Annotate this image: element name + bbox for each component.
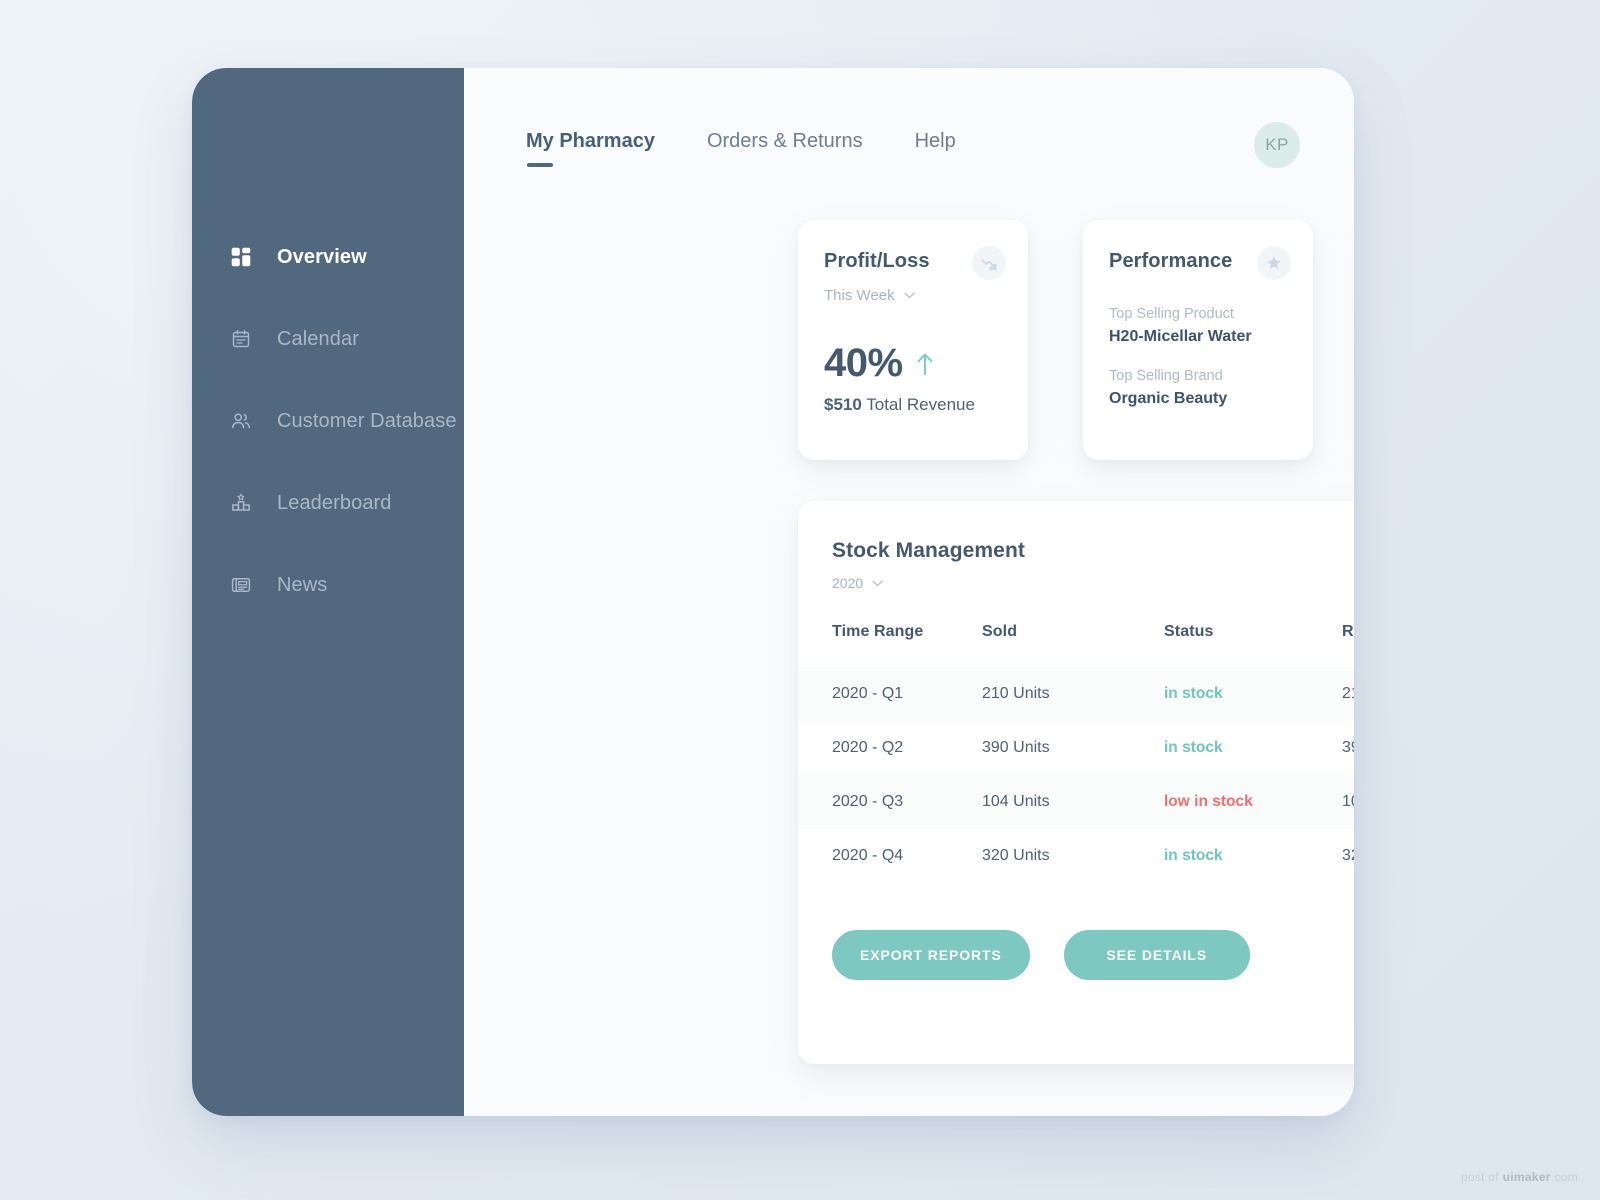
cell-sold: 104 Units <box>982 793 1050 810</box>
column-header-reserved[interactable]: Reserved <box>1342 623 1354 667</box>
table-row[interactable]: 2020 - Q3 104 Units low in stock 104 Uni… <box>798 775 1354 829</box>
field-value: H20-Micellar Water <box>1109 328 1252 345</box>
profit-percent: 40% <box>824 341 903 385</box>
tab-my-pharmacy[interactable]: My Pharmacy <box>526 129 655 167</box>
cell-reserved: 390 Units <box>1342 739 1354 756</box>
users-icon <box>231 411 251 431</box>
revenue-line: $510 Total Revenue <box>824 395 1002 415</box>
column-header-time-range[interactable]: Time Range <box>798 623 982 667</box>
panel-actions: EXPORT REPORTS SEE DETAILS <box>798 883 1354 980</box>
top-navigation: My Pharmacy Orders & Returns Help KP <box>526 120 1310 172</box>
column-header-sold[interactable]: Sold <box>982 623 1164 667</box>
profit-percent-row: 40% <box>824 341 1002 386</box>
watermark-brand: uimaker <box>1502 1170 1551 1184</box>
sidebar-item-calendar[interactable]: Calendar <box>192 312 464 366</box>
summary-cards: Profit/Loss This Week 40% $510 Total Rev… <box>798 220 1354 460</box>
cell-sold: 320 Units <box>982 847 1050 864</box>
sidebar-item-overview[interactable]: Overview <box>192 230 464 284</box>
main-content: My Pharmacy Orders & Returns Help KP Pro… <box>464 68 1354 1116</box>
newspaper-icon <box>231 575 251 595</box>
tab-help[interactable]: Help <box>915 130 956 163</box>
cell-reserved: 210 Units <box>1342 685 1354 702</box>
sidebar-item-label: News <box>277 573 328 596</box>
see-details-button[interactable]: SEE DETAILS <box>1063 930 1250 980</box>
sidebar-item-label: Overview <box>277 245 367 268</box>
cell-status: in stock <box>1164 667 1342 721</box>
sidebar-item-label: Leaderboard <box>277 491 392 514</box>
table-header: Time Range Sold Status Reserved ... <box>798 623 1354 667</box>
period-label: This Week <box>824 287 895 304</box>
year-label: 2020 <box>832 575 864 591</box>
calendar-icon <box>231 329 251 349</box>
tab-label: My Pharmacy <box>526 129 655 152</box>
cell-time-range: 2020 - Q1 <box>832 685 904 702</box>
chart-down-icon[interactable] <box>972 246 1006 280</box>
avatar[interactable]: KP <box>1254 122 1300 168</box>
cell-status: in stock <box>1164 721 1342 775</box>
top-selling-brand: Top Selling Brand Organic Beauty <box>1109 368 1287 408</box>
stock-table: Time Range Sold Status Reserved ... 2020… <box>798 623 1354 883</box>
table-header-row: Time Range Sold Status Reserved ... <box>798 623 1354 667</box>
status-badge: in stock <box>1164 685 1223 702</box>
cell-sold: 210 Units <box>982 685 1050 702</box>
sidebar: Overview Calendar Customer Database Lead… <box>192 68 464 1116</box>
table-row[interactable]: 2020 - Q1 210 Units in stock 210 Units <box>798 667 1354 721</box>
sidebar-item-leaderboard[interactable]: Leaderboard <box>192 476 464 530</box>
watermark: post of uimaker.com <box>1461 1170 1578 1184</box>
column-header-status[interactable]: Status <box>1164 623 1342 667</box>
year-selector[interactable]: 2020 <box>832 575 883 591</box>
stock-management-panel: Stock Management 2020 Time Range Sold St… <box>798 501 1354 1064</box>
field-label: Top Selling Product <box>1109 306 1234 322</box>
field-label: Top Selling Brand <box>1109 368 1223 384</box>
period-selector[interactable]: This Week <box>824 287 1002 304</box>
card-performance: Performance Top Selling Product H20-Mice… <box>1083 220 1313 460</box>
cell-reserved: 104 Units <box>1342 793 1354 810</box>
field-value: Organic Beauty <box>1109 390 1228 407</box>
cell-status: in stock <box>1164 829 1342 883</box>
watermark-suffix: .com <box>1550 1170 1578 1184</box>
tab-label: Help <box>914 129 956 152</box>
export-reports-button[interactable]: EXPORT REPORTS <box>832 930 1030 980</box>
star-icon[interactable] <box>1257 246 1291 280</box>
top-selling-product: Top Selling Product H20-Micellar Water <box>1109 306 1287 346</box>
avatar-initials: KP <box>1265 135 1289 154</box>
table-body: 2020 - Q1 210 Units in stock 210 Units <box>798 667 1354 883</box>
screen-root: Overview Calendar Customer Database Lead… <box>0 0 1600 1200</box>
cell-sold: 390 Units <box>982 739 1050 756</box>
cell-reserved: 320 Units <box>1342 847 1354 864</box>
stock-header: Stock Management 2020 <box>798 539 1354 591</box>
sidebar-item-label: Customer Database <box>277 409 457 432</box>
status-badge: low in stock <box>1164 793 1253 810</box>
tab-label: Orders & Returns <box>706 129 863 152</box>
cell-time-range: 2020 - Q4 <box>832 847 904 864</box>
grid-icon <box>231 247 251 267</box>
cell-time-range: 2020 - Q2 <box>832 739 904 756</box>
tab-orders-returns[interactable]: Orders & Returns <box>707 130 863 163</box>
arrow-up-icon <box>917 353 932 375</box>
chevron-down-icon <box>872 580 883 586</box>
sidebar-item-news[interactable]: News <box>192 558 464 612</box>
watermark-prefix: post of <box>1460 1170 1503 1184</box>
revenue-label: Total Revenue <box>866 395 975 414</box>
sidebar-item-label: Calendar <box>277 327 359 350</box>
sidebar-item-customer-database[interactable]: Customer Database <box>192 394 464 448</box>
table-row[interactable]: 2020 - Q2 390 Units in stock 390 Units <box>798 721 1354 775</box>
panel-title: Stock Management <box>832 539 1025 562</box>
status-badge: in stock <box>1164 739 1223 756</box>
card-profit-loss: Profit/Loss This Week 40% $510 Total Rev… <box>798 220 1028 460</box>
app-window: Overview Calendar Customer Database Lead… <box>192 68 1354 1116</box>
chevron-down-icon <box>903 292 915 299</box>
revenue-amount: $510 <box>824 395 862 414</box>
cell-time-range: 2020 - Q3 <box>832 793 904 810</box>
status-badge: in stock <box>1164 847 1223 864</box>
podium-icon <box>231 493 251 513</box>
cell-status: low in stock <box>1164 775 1342 829</box>
table-row[interactable]: 2020 - Q4 320 Units in stock 320 Units <box>798 829 1354 883</box>
